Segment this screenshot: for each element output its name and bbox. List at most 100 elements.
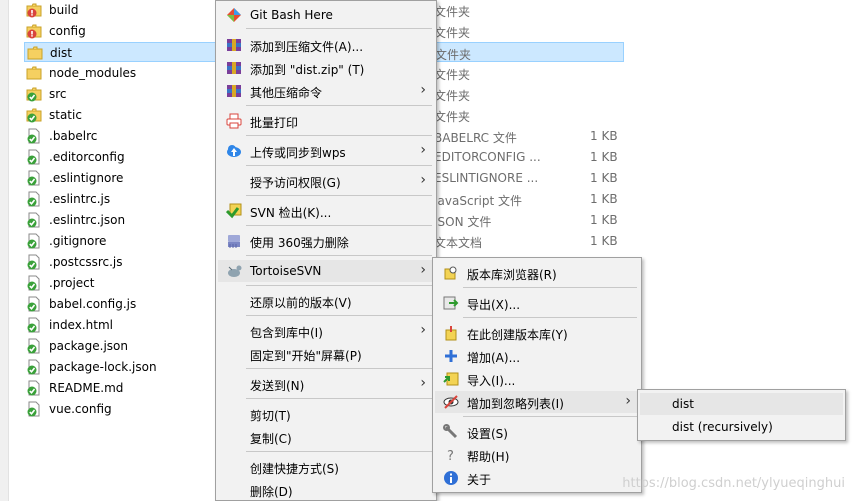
menu-item-copy[interactable]: 复制(C) <box>218 426 434 448</box>
tortoisesvn-icon <box>226 263 242 279</box>
menu-item-create-shortcut[interactable]: 创建快捷方式(S) <box>218 456 434 478</box>
file-name: .project <box>49 276 95 290</box>
chevron-right-icon: › <box>420 142 426 158</box>
file-type: 文本文档 <box>434 236 483 250</box>
separator <box>246 195 432 196</box>
file-name: babel.config.js <box>49 297 137 311</box>
printer-icon <box>226 113 242 129</box>
separator <box>246 368 432 369</box>
menu-item-send-to[interactable]: 发送到(N) › <box>218 373 434 395</box>
create-repo-icon <box>443 325 459 341</box>
file-name: index.html <box>49 318 113 332</box>
file-type: 文件夹 <box>434 89 471 103</box>
file-type: 文件夹 <box>434 68 471 82</box>
svn-about[interactable]: 关于 <box>435 467 639 489</box>
menu-item-delete-360[interactable]: 使用 360强力删除 <box>218 230 434 252</box>
folder-warning-icon <box>26 2 42 18</box>
separator <box>246 451 432 452</box>
svn-checkout-icon <box>225 203 242 219</box>
file-size: 1 KB <box>590 234 618 248</box>
ignore-eye-icon <box>443 394 459 410</box>
svn-add-to-ignore[interactable]: 增加到忽略列表(I) › <box>435 391 639 413</box>
svn-help[interactable]: ? 帮助(H) <box>435 444 639 466</box>
ignore-dist-recursive[interactable]: dist (recursively) <box>640 416 843 438</box>
file-ok-icon <box>26 338 42 354</box>
info-icon <box>443 470 459 486</box>
svn-export[interactable]: 导出(X)... <box>435 292 639 314</box>
file-type: JSON 文件 <box>434 215 492 229</box>
file-size: 1 KB <box>590 171 618 185</box>
folder-warning-icon <box>26 23 42 39</box>
file-ok-icon <box>26 149 42 165</box>
file-size: 1 KB <box>590 213 618 227</box>
export-icon <box>443 295 459 311</box>
separator <box>246 255 432 256</box>
file-type: BABELRC 文件 <box>434 131 517 145</box>
svg-text:?: ? <box>447 449 454 463</box>
separator <box>246 225 432 226</box>
menu-item-add-dist-zip[interactable]: 添加到 "dist.zip" (T) <box>218 57 434 79</box>
context-menu: Git Bash Here 添加到压缩文件(A)... 添加到 "dist.zi… <box>215 0 437 501</box>
file-ok-icon <box>26 170 42 186</box>
file-name: .eslintignore <box>49 171 124 185</box>
menu-item-restore-previous[interactable]: 还原以前的版本(V) <box>218 290 434 312</box>
file-name: static <box>49 108 82 122</box>
chevron-right-icon: › <box>420 82 426 98</box>
svn-settings[interactable]: 设置(S) <box>435 421 639 443</box>
ignore-submenu: dist dist (recursively) <box>637 389 846 441</box>
menu-item-cut[interactable]: 剪切(T) <box>218 403 434 425</box>
file-size: 1 KB <box>590 150 618 164</box>
import-icon <box>443 371 459 387</box>
file-name: .editorconfig <box>49 150 125 164</box>
folder-ok-icon <box>26 107 42 123</box>
file-ok-icon <box>26 296 42 312</box>
chevron-right-icon: › <box>420 172 426 188</box>
file-size: 1 KB <box>590 192 618 206</box>
svn-repo-browser[interactable]: 版本库浏览器(R) <box>435 262 639 284</box>
archive-icon <box>226 60 242 76</box>
chevron-right-icon: › <box>420 375 426 391</box>
menu-item-git-bash[interactable]: Git Bash Here <box>218 4 434 26</box>
menu-item-delete[interactable]: 删除(D) <box>218 479 434 501</box>
file-ok-icon <box>26 254 42 270</box>
file-type: 文件夹 <box>435 48 472 62</box>
file-name: build <box>49 3 79 17</box>
separator <box>246 28 432 29</box>
file-ok-icon <box>26 401 42 417</box>
menu-item-pin-start[interactable]: 固定到"开始"屏幕(P) <box>218 343 434 365</box>
file-ok-icon <box>26 359 42 375</box>
file-name: dist <box>50 46 72 60</box>
file-type: ESLINTIGNORE ... <box>434 171 539 185</box>
menu-item-svn-checkout[interactable]: SVN 检出(K)... <box>218 200 434 222</box>
chevron-right-icon: › <box>420 322 426 338</box>
file-name: .gitignore <box>49 234 107 248</box>
separator <box>463 287 637 288</box>
svn-import[interactable]: 导入(I)... <box>435 368 639 390</box>
menu-item-upload-wps[interactable]: 上传或同步到wps › <box>218 140 434 162</box>
file-type: 文件夹 <box>434 110 471 124</box>
repo-browser-icon <box>443 265 459 281</box>
git-icon <box>226 7 242 23</box>
file-name: config <box>49 24 86 38</box>
menu-item-tortoisesvn[interactable]: TortoiseSVN › <box>218 260 434 282</box>
menu-item-add-archive[interactable]: 添加到压缩文件(A)... <box>218 34 434 56</box>
menu-item-include-library[interactable]: 包含到库中(I) › <box>218 320 434 342</box>
separator <box>246 105 432 106</box>
file-name: .postcssrc.js <box>49 255 123 269</box>
file-name: .babelrc <box>49 129 98 143</box>
folder-unversioned-icon <box>27 45 43 61</box>
file-ok-icon <box>26 380 42 396</box>
svn-create-repo[interactable]: 在此创建版本库(Y) <box>435 322 639 344</box>
file-ok-icon <box>26 233 42 249</box>
file-ok-icon <box>26 317 42 333</box>
menu-item-grant-access[interactable]: 授予访问权限(G) › <box>218 170 434 192</box>
plus-icon <box>443 348 459 364</box>
folder-ok-icon <box>26 86 42 102</box>
menu-item-other-compress[interactable]: 其他压缩命令 › <box>218 80 434 102</box>
svn-add[interactable]: 增加(A)... <box>435 345 639 367</box>
file-type: 文件夹 <box>434 5 471 19</box>
menu-item-batch-print[interactable]: 批量打印 <box>218 110 434 132</box>
file-type: JavaScript 文件 <box>434 194 522 208</box>
shredder-icon <box>226 233 242 249</box>
ignore-dist[interactable]: dist <box>640 393 843 415</box>
